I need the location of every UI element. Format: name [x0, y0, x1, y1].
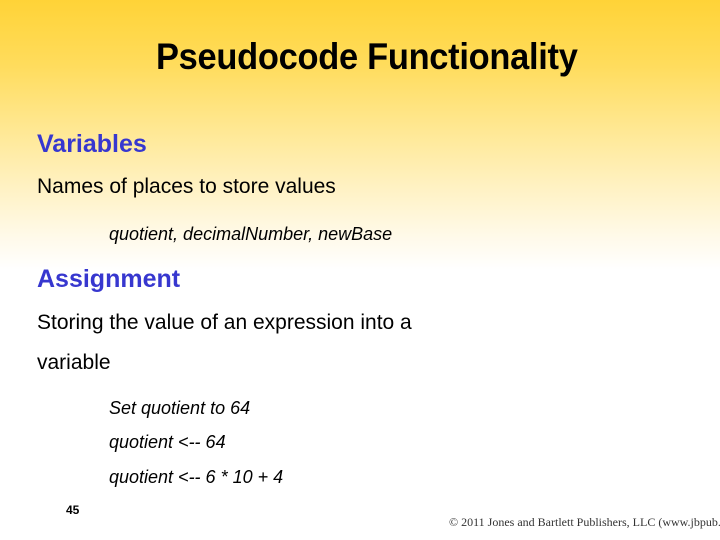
slide-title: Pseudocode Functionality — [156, 36, 578, 77]
section-body-assignment-line1: Storing the value of an expression into … — [37, 311, 412, 334]
section-heading-variables: Variables — [37, 130, 147, 158]
example-assignment-1: Set quotient to 64 — [109, 398, 251, 418]
section-body-assignment-line2: variable — [37, 351, 111, 374]
example-assignment-2: quotient <-- 64 — [109, 432, 226, 452]
example-variables: quotient, decimalNumber, newBase — [109, 224, 393, 244]
slide-number: 45 — [66, 503, 80, 517]
example-assignment-3: quotient <-- 6 * 10 + 4 — [109, 467, 284, 487]
copyright-notice: © 2011 Jones and Bartlett Publishers, LL… — [449, 515, 720, 529]
section-heading-assignment: Assignment — [37, 265, 181, 293]
section-body-variables: Names of places to store values — [37, 175, 336, 198]
slide: Pseudocode Functionality Variables Names… — [0, 0, 720, 540]
